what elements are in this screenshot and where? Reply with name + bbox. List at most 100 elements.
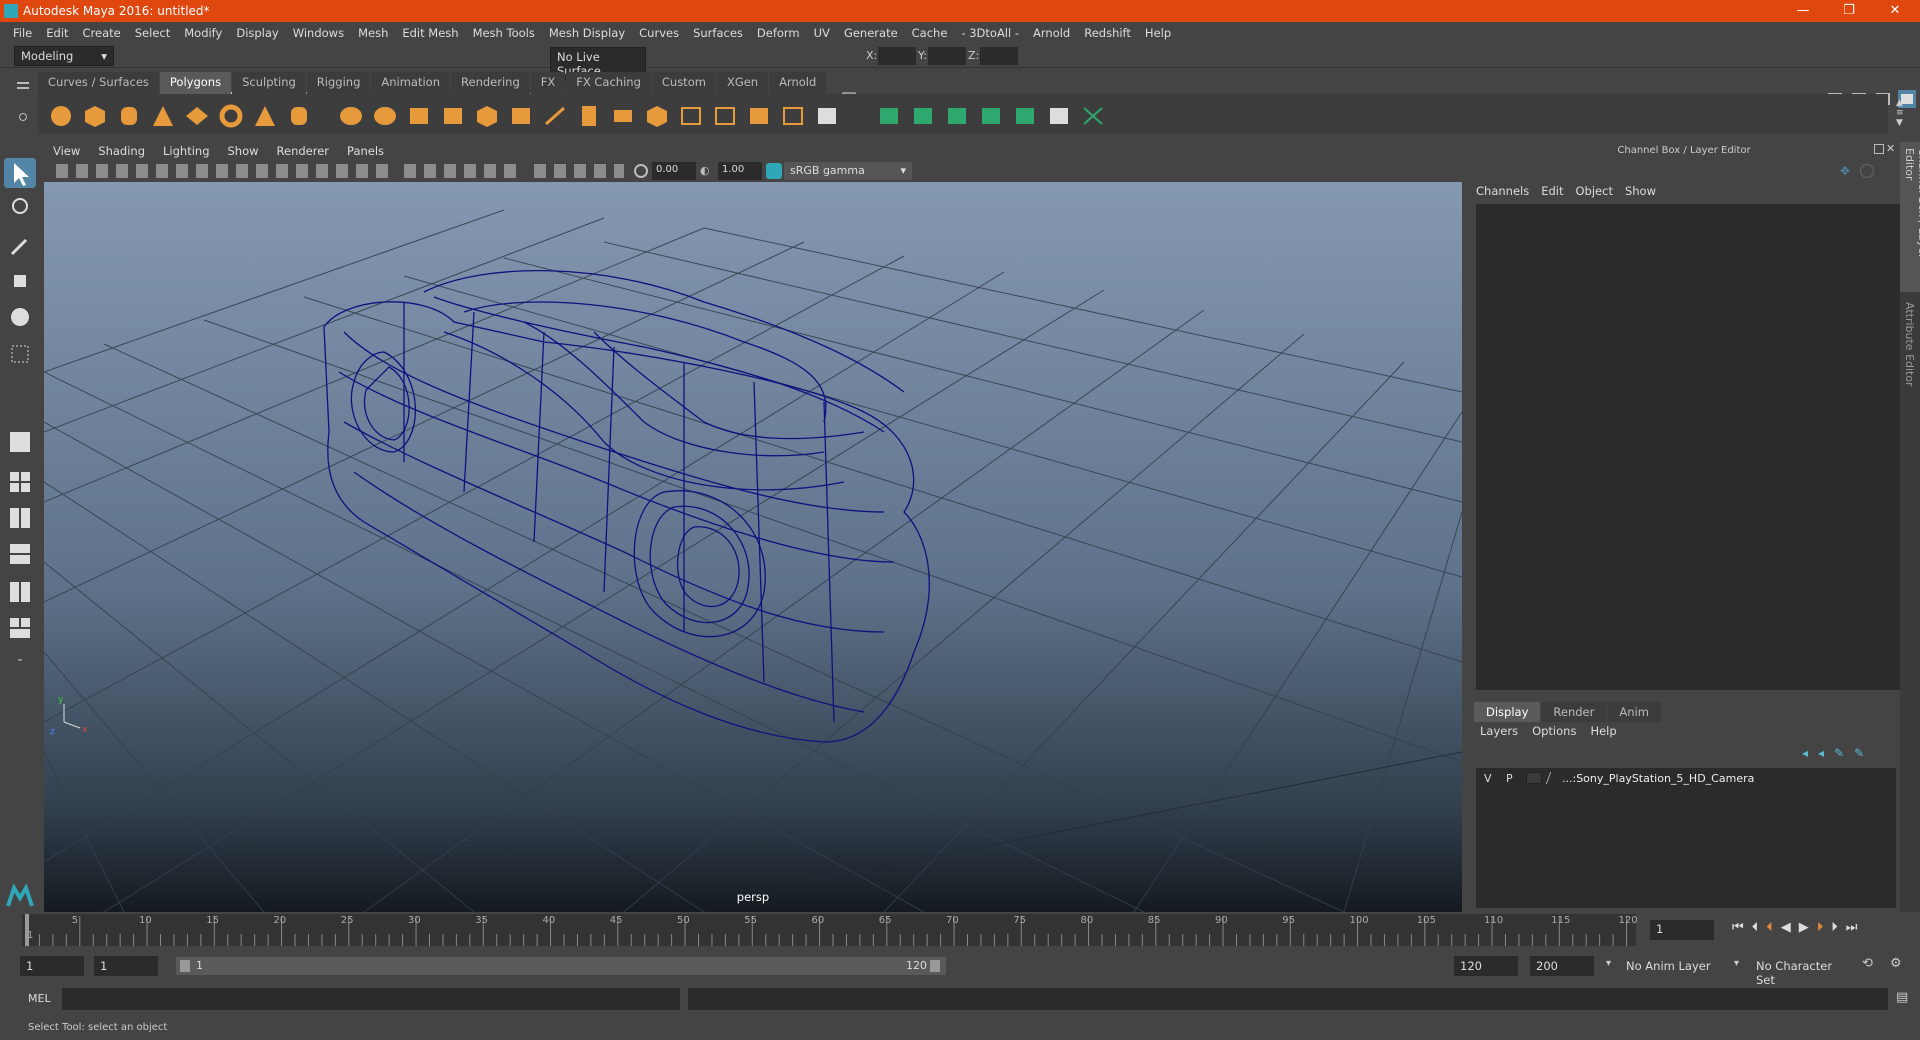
color-space-dropdown[interactable]: sRGB gamma ▾ [784, 162, 912, 180]
select-tool-icon[interactable] [4, 158, 36, 188]
cylindrical-uv-icon[interactable] [910, 104, 936, 128]
paint-select-icon[interactable] [4, 230, 36, 260]
menu-curves[interactable]: Curves [639, 26, 679, 40]
menu-arnold[interactable]: Arnold [1033, 26, 1070, 40]
animation-end-field[interactable]: 200 [1530, 956, 1594, 976]
multi-cut-icon[interactable] [542, 104, 568, 128]
four-view-layout-icon[interactable] [4, 466, 36, 496]
layers-menu[interactable]: Layers [1480, 724, 1518, 738]
character-set-dropdown[interactable]: No Character Set [1750, 956, 1860, 987]
shelf-tab-custom[interactable]: Custom [651, 72, 716, 94]
menu-mesh-tools[interactable]: Mesh Tools [473, 26, 535, 40]
planar-uv-icon[interactable] [876, 104, 902, 128]
menu-cache[interactable]: Cache [912, 26, 948, 40]
poly-torus-icon[interactable] [218, 104, 244, 128]
mel-label[interactable]: MEL [28, 992, 51, 1005]
reduce-icon[interactable] [474, 104, 500, 128]
menu-create[interactable]: Create [83, 26, 121, 40]
move-layer-down-icon[interactable]: ◂ [1818, 746, 1824, 762]
viewport-menu-view[interactable]: View [53, 144, 80, 158]
single-perspective-layout-icon[interactable] [4, 426, 36, 456]
playback-end-field[interactable]: 120 [1454, 956, 1518, 976]
speed-icon[interactable] [1860, 164, 1874, 178]
anim-layer-dropdown[interactable]: No Anim Layer [1620, 956, 1740, 976]
new-layer-selected-icon[interactable]: ✎ [1854, 746, 1864, 762]
viewport-menu-renderer[interactable]: Renderer [277, 144, 330, 158]
poly-cube-icon[interactable] [82, 104, 108, 128]
tab-display[interactable]: Display [1474, 702, 1541, 722]
smooth-icon[interactable] [440, 104, 466, 128]
fill-hole-icon[interactable] [678, 104, 704, 128]
menu-modify[interactable]: Modify [184, 26, 222, 40]
tab-anim[interactable]: Anim [1607, 702, 1661, 722]
play-backward-icon[interactable]: ◀ [1781, 920, 1791, 935]
perspective-viewport[interactable]: y x z persp [44, 182, 1462, 912]
side-tab-attribute-editor[interactable]: Attribute Editor [1900, 302, 1920, 402]
gamma-field[interactable]: 1.00 [718, 162, 762, 180]
step-forward-frame-icon[interactable]: ⏵ [1817, 920, 1824, 935]
layout-options-button[interactable]: - [4, 652, 36, 682]
bridge-icon[interactable] [610, 104, 636, 128]
append-icon[interactable] [712, 104, 738, 128]
menu-mesh-display[interactable]: Mesh Display [549, 26, 625, 40]
close-panel-icon[interactable]: ✕ [1886, 142, 1895, 155]
poly-plane-icon[interactable] [184, 104, 210, 128]
combine-icon[interactable] [338, 104, 364, 128]
collapse-icon[interactable] [814, 104, 840, 128]
viewport-shading-icons[interactable] [404, 164, 524, 178]
layer-visibility-toggle[interactable]: V [1484, 772, 1500, 785]
move-layer-up-icon[interactable]: ◂ [1802, 746, 1808, 762]
poly-cylinder-icon[interactable] [116, 104, 142, 128]
menu-surfaces[interactable]: Surfaces [693, 26, 743, 40]
viewport-display-icons[interactable] [534, 164, 624, 178]
shelf-menu-handle[interactable] [14, 74, 32, 130]
x-field[interactable] [878, 47, 916, 65]
rotate-tool-icon[interactable] [4, 302, 36, 332]
shelf-tab-arnold[interactable]: Arnold [769, 72, 827, 94]
go-to-end-icon[interactable]: ⏭ [1846, 920, 1858, 935]
playback-start-field[interactable]: 1 [94, 956, 158, 976]
float-panel-icon[interactable] [1874, 144, 1884, 154]
bevel-icon[interactable] [644, 104, 670, 128]
layer-display-type[interactable] [1526, 772, 1542, 784]
current-frame-field[interactable]: 1 [1650, 920, 1714, 940]
auto-key-icon[interactable]: ⟲ [1862, 956, 1873, 971]
time-slider[interactable]: 1 5 10 15 20 25 30 35 40 45 50 55 60 65 70 75 80 85 90 95 1… [22, 914, 1638, 946]
range-end-handle[interactable] [930, 960, 940, 972]
help-menu[interactable]: Help [1590, 724, 1616, 738]
mirror-icon[interactable] [508, 104, 534, 128]
spherical-uv-icon[interactable] [944, 104, 970, 128]
merge-icon[interactable] [780, 104, 806, 128]
viewport-menu-panels[interactable]: Panels [347, 144, 384, 158]
side-by-side-layout-icon[interactable] [4, 502, 36, 532]
viewport-menu-lighting[interactable]: Lighting [163, 144, 209, 158]
viewport-menu-show[interactable]: Show [228, 144, 259, 158]
shelf-tab-rigging[interactable]: Rigging [306, 72, 371, 94]
shelf-scroll-arrows[interactable]: ▲ ≡ ▼ [1896, 98, 1904, 128]
side-tab-channel-box[interactable]: Channel Box / Layer Editor [1900, 142, 1920, 292]
move-tool-icon[interactable] [4, 266, 36, 296]
extrude-icon[interactable] [576, 104, 602, 128]
restore-button[interactable]: ❐ [1826, 0, 1872, 22]
script-editor-icon[interactable]: ▤ [1896, 990, 1908, 1005]
menu-uv[interactable]: UV [814, 26, 830, 40]
channels-menu[interactable]: Channels [1476, 184, 1529, 202]
gamma-icon[interactable]: ◐ [700, 164, 714, 178]
shelf-tab-fx[interactable]: FX [530, 72, 566, 94]
lasso-tool-icon[interactable] [4, 194, 36, 224]
menu-edit[interactable]: Edit [46, 26, 68, 40]
shelf-tab-fx-caching[interactable]: FX Caching [566, 72, 651, 94]
tab-render[interactable]: Render [1541, 702, 1607, 722]
menu-select[interactable]: Select [135, 26, 170, 40]
menu-deform[interactable]: Deform [757, 26, 800, 40]
shelf-tab-xgen[interactable]: XGen [716, 72, 769, 94]
exposure-icon[interactable] [634, 164, 648, 178]
close-button[interactable]: ✕ [1872, 0, 1918, 22]
target-weld-icon[interactable] [746, 104, 772, 128]
step-forward-key-icon[interactable]: ⏵ [1831, 920, 1838, 935]
poly-cone-icon[interactable] [150, 104, 176, 128]
range-start-handle[interactable] [180, 960, 190, 972]
show-menu[interactable]: Show [1625, 184, 1656, 202]
menu-3dtoall[interactable]: - 3DtoAll - [961, 26, 1019, 40]
layer-name[interactable]: ...:Sony_PlayStation_5_HD_Camera [1562, 772, 1754, 785]
